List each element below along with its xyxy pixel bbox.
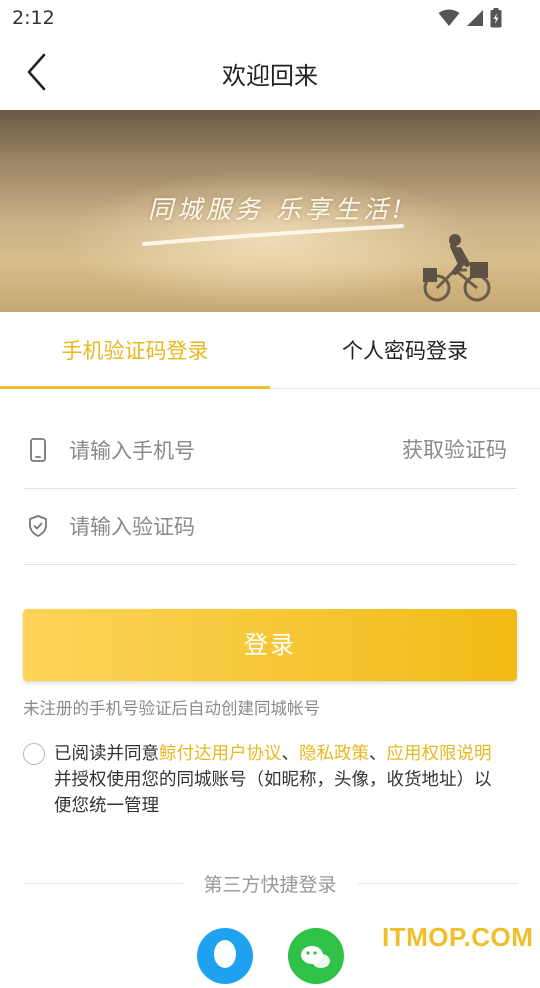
register-hint: 未注册的手机号验证后自动创建同城帐号 xyxy=(23,699,320,718)
login-tabs: 手机验证码登录 个人密码登录 xyxy=(0,312,540,389)
wechat-icon xyxy=(301,946,330,968)
watermark: ITMOP.COM xyxy=(382,922,534,952)
agreement-text: 已阅读并同意鲸付达用户协议、隐私政策、应用权限说明并授权使用您的同城账号（如昵称… xyxy=(54,741,494,819)
status-bar: 2:12 xyxy=(0,0,540,36)
qq-icon xyxy=(214,940,236,968)
banner-image: 同城服务 乐享生活! xyxy=(0,110,540,312)
tab-password-login[interactable]: 个人密码登录 xyxy=(270,312,540,388)
phone-input[interactable] xyxy=(67,430,371,472)
battery-icon xyxy=(490,8,502,28)
agreement-prefix: 已阅读并同意 xyxy=(54,744,159,764)
third-party-label: 第三方快捷登录 xyxy=(203,874,337,896)
user-agreement-link[interactable]: 鲸付达用户协议 xyxy=(159,744,282,764)
agreement-separator: 、 xyxy=(281,744,300,764)
login-button[interactable]: 登录 xyxy=(23,609,517,681)
wifi-icon xyxy=(438,9,460,26)
tab-sms-login[interactable]: 手机验证码登录 xyxy=(0,312,270,388)
status-time: 2:12 xyxy=(12,7,55,29)
wechat-login-button[interactable] xyxy=(288,928,344,984)
qq-login-button[interactable] xyxy=(197,928,253,984)
shield-check-icon xyxy=(29,515,47,537)
get-code-button[interactable]: 获取验证码 xyxy=(402,434,507,464)
signal-icon xyxy=(467,10,483,26)
code-field-row xyxy=(23,488,517,565)
privacy-policy-link[interactable]: 隐私政策 xyxy=(299,744,369,764)
code-input[interactable] xyxy=(67,506,371,548)
status-icons xyxy=(438,8,502,28)
agreement-separator: 、 xyxy=(369,744,387,764)
phone-field-row: 获取验证码 xyxy=(23,412,517,489)
agreement-checkbox[interactable] xyxy=(23,743,45,765)
banner-slogan: 同城服务 乐享生活! xyxy=(148,195,406,224)
cyclist-illustration xyxy=(423,234,491,302)
app-bar: 欢迎回来 xyxy=(0,36,540,110)
phone-icon xyxy=(30,438,46,462)
active-tab-indicator xyxy=(0,386,270,389)
agreement-suffix: 并授权使用您的同城账号（如昵称，头像，收货地址）以便您统一管理 xyxy=(54,770,492,816)
permissions-link[interactable]: 应用权限说明 xyxy=(387,744,492,764)
brush-stroke-decoration xyxy=(142,224,404,246)
page-title: 欢迎回来 xyxy=(222,62,318,90)
